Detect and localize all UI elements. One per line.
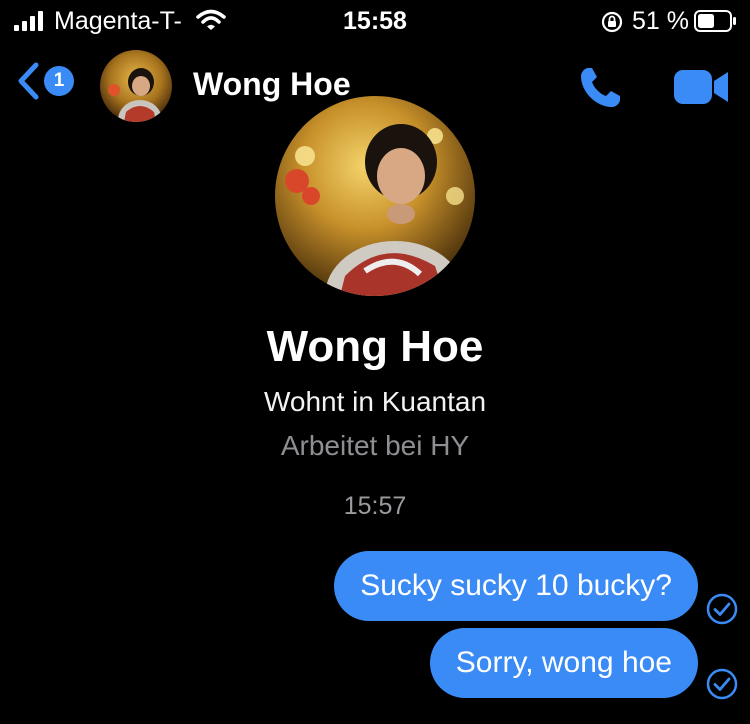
contact-name[interactable]: Wong Hoe bbox=[193, 66, 351, 103]
contact-avatar[interactable] bbox=[100, 50, 172, 122]
rotation-lock-icon bbox=[601, 11, 623, 33]
back-button[interactable]: 1 bbox=[16, 62, 74, 100]
unread-badge: 1 bbox=[44, 66, 74, 96]
video-camera-icon[interactable] bbox=[674, 68, 730, 106]
status-bar: Magenta-T- 15:58 51 % bbox=[0, 0, 750, 44]
sent-check-icon bbox=[706, 668, 738, 700]
outgoing-message[interactable]: Sucky sucky 10 bucky? bbox=[334, 551, 698, 621]
chevron-left-icon bbox=[18, 62, 39, 100]
profile-name: Wong Hoe bbox=[266, 322, 484, 371]
profile-work: Arbeitet bei HY bbox=[280, 430, 470, 461]
battery-percentage: 51 % bbox=[632, 7, 689, 35]
message-timestamp: 15:57 bbox=[343, 492, 407, 520]
profile-location: Wohnt in Kuantan bbox=[263, 386, 487, 417]
battery-icon bbox=[694, 10, 736, 32]
outgoing-message[interactable]: Sorry, wong hoe bbox=[429, 628, 698, 698]
profile-photo[interactable] bbox=[275, 96, 475, 296]
sent-check-icon bbox=[706, 593, 738, 625]
phone-icon[interactable] bbox=[576, 64, 624, 112]
